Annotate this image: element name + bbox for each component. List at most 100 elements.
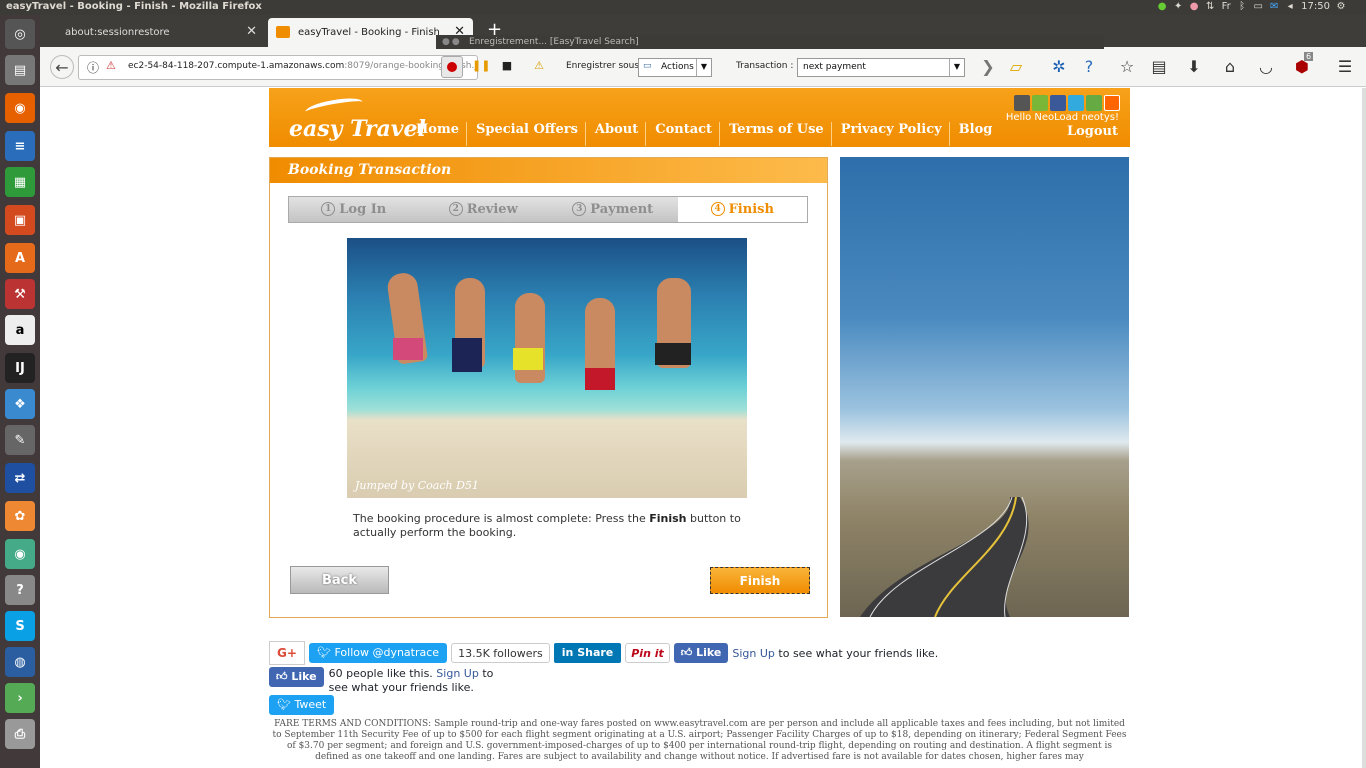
insecure-lock-icon[interactable]: ⚠ [106,59,116,72]
mail-icon[interactable]: ✉ [1269,1,1279,12]
sound-icon[interactable]: ◂ [1285,1,1295,12]
menu-item-contact[interactable]: Contact [646,122,721,146]
thumbs-up-icon: 👍︎ [276,670,292,683]
menu-icon[interactable]: ☰ [1334,57,1356,79]
terminal-icon[interactable]: › [5,683,35,713]
bookmark-star-icon[interactable]: ☆ [1116,57,1138,79]
skype-icon[interactable]: S [5,611,35,641]
twitter-icon[interactable] [1068,95,1084,111]
warning-icon[interactable]: ⚠ [532,59,546,73]
battery-icon[interactable]: ▭ [1253,1,1263,12]
disk-icon[interactable]: ◍ [5,647,35,677]
intellij-icon[interactable]: IJ [5,353,35,383]
google-plus-button[interactable]: G+ [269,641,305,665]
pinterest-button[interactable]: Pin it [625,643,670,663]
network-icon[interactable]: ⇅ [1205,1,1215,12]
printer-icon[interactable]: ⎙ [5,719,35,749]
linkedin-share-button[interactable]: in Share [553,643,622,663]
photos-icon[interactable]: ✿ [5,501,35,531]
neoload-title-text: Enregistrement... [EasyTravel Search] [469,37,639,47]
dash-icon[interactable]: ◎ [5,19,35,49]
booking-panel: Booking Transaction 1 Log In 2 Review 3 Pay… [269,157,828,618]
back-button[interactable]: Back [290,566,389,594]
fb2-count: 60 people like this. [328,667,437,680]
keyboard-lang[interactable]: Fr [1221,1,1231,12]
bluetooth-icon[interactable]: ᛒ [1237,1,1247,12]
help-icon[interactable]: ? [1078,57,1100,79]
gear-icon[interactable]: ⚙ [1336,1,1346,12]
menu-item-privacy[interactable]: Privacy Policy [832,122,950,146]
reading-list-icon[interactable]: ▤ [1148,57,1170,79]
chevron-down-icon[interactable]: ▼ [949,59,964,76]
swimwear [452,338,482,372]
finish-button[interactable]: Finish [710,567,810,594]
google-icon[interactable] [1086,95,1102,111]
page-scrollbar[interactable] [1362,88,1366,768]
calc-icon[interactable]: ▦ [5,167,35,197]
writer-icon[interactable]: ≡ [5,131,35,161]
update-icon[interactable]: ● [1157,1,1167,12]
pocket-icon[interactable]: ◡ [1255,57,1277,79]
amazon-icon[interactable]: a [5,315,35,345]
back-arrow-icon[interactable]: ← [50,55,74,79]
tab-sessionrestore[interactable]: about:sessionrestore ✕ [40,18,265,47]
menu-item-blog[interactable]: Blog [950,122,1000,146]
facebook-like-button[interactable]: 👍︎ Like [673,643,729,663]
remote-desktop-icon[interactable]: ⇄ [5,463,35,493]
help-icon[interactable]: ? [5,575,35,605]
apple-icon[interactable] [1014,95,1030,111]
menu-item-home[interactable]: Home [407,122,467,146]
twitter-follow-button[interactable]: 🐦︎ Follow @dynatrace [309,643,448,663]
save-as-label: Enregistrer sous : [566,61,645,71]
menu-item-terms[interactable]: Terms of Use [720,122,832,146]
neoload-recording-title: ●● Enregistrement... [EasyTravel Search] [436,35,1104,49]
info-icon[interactable]: ⓘ [87,59,99,76]
virtualbox-icon[interactable]: ❖ [5,389,35,419]
firefox-icon[interactable]: ◉ [5,93,35,123]
clock[interactable]: 17:50 [1301,1,1330,12]
site-logo[interactable]: easy Travel [289,116,426,142]
social-bar: G+ 🐦︎ Follow @dynatrace 13.5K followers … [269,641,938,665]
menu-item-special-offers[interactable]: Special Offers [467,122,586,146]
fb2-signup-link[interactable]: Sign Up [436,667,479,680]
twitter-follow-label: Follow @dynatrace [334,646,440,659]
facebook-like-button-2[interactable]: 👍︎ Like [269,667,324,687]
neoload-settings-icon[interactable]: ✲ [1048,57,1070,79]
os-top-bar: easyTravel - Booking - Finish - Mozilla … [0,0,1366,15]
app-launcher: ◎ ▤ ◉ ≡ ▦ ▣ A ⚒ a IJ ❖ ✎ ⇄ ✿ ◉ ? S ◍ › ⎙ [0,15,40,768]
save-as-select[interactable]: ▭ Actions ▼ [638,58,712,77]
twitter-count: 13.5K followers [451,643,550,663]
fb2-like-label: Like [291,670,317,683]
android-icon[interactable] [1032,95,1048,111]
open-folder-icon[interactable]: ▱ [1005,57,1027,79]
menu-item-about[interactable]: About [586,122,647,146]
home-icon[interactable]: ⌂ [1219,57,1241,79]
software-center-icon[interactable]: A [5,243,35,273]
chevron-right-icon[interactable]: ❯ [977,57,999,79]
url-bar[interactable]: ⓘ ⚠ ec2-54-84-118-207.compute-1.amazonaw… [78,55,478,80]
window-controls-icon[interactable]: ●● [442,37,462,47]
logout-link[interactable]: Logout [1067,124,1118,139]
record-button[interactable] [441,56,463,78]
download-icon[interactable]: ⬇ [1183,57,1205,79]
settings-icon[interactable]: ⚒ [5,279,35,309]
step-review: 2 Review [418,197,548,222]
facebook-icon[interactable] [1050,95,1066,111]
pause-icon[interactable]: ❚❚ [472,59,490,73]
step-label: Finish [728,202,774,217]
rss-icon[interactable] [1104,95,1120,111]
dropbox-icon[interactable]: ✦ [1173,1,1183,12]
transaction-select[interactable]: next payment ▼ [797,58,965,77]
gimp-icon[interactable]: ✎ [5,425,35,455]
chrome-icon[interactable]: ● [1189,1,1199,12]
files-icon[interactable]: ▤ [5,55,35,85]
fb-signup-link[interactable]: Sign Up [732,647,775,660]
favicon-icon [276,26,290,38]
step-finish: 4 Finish [677,197,807,222]
close-icon[interactable]: ✕ [246,24,257,39]
chevron-down-icon[interactable]: ▼ [696,59,711,76]
chrome-launcher-icon[interactable]: ◉ [5,539,35,569]
stop-icon[interactable]: ■ [500,59,514,73]
impress-icon[interactable]: ▣ [5,205,35,235]
tweet-button[interactable]: 🐦︎ Tweet [269,695,335,715]
